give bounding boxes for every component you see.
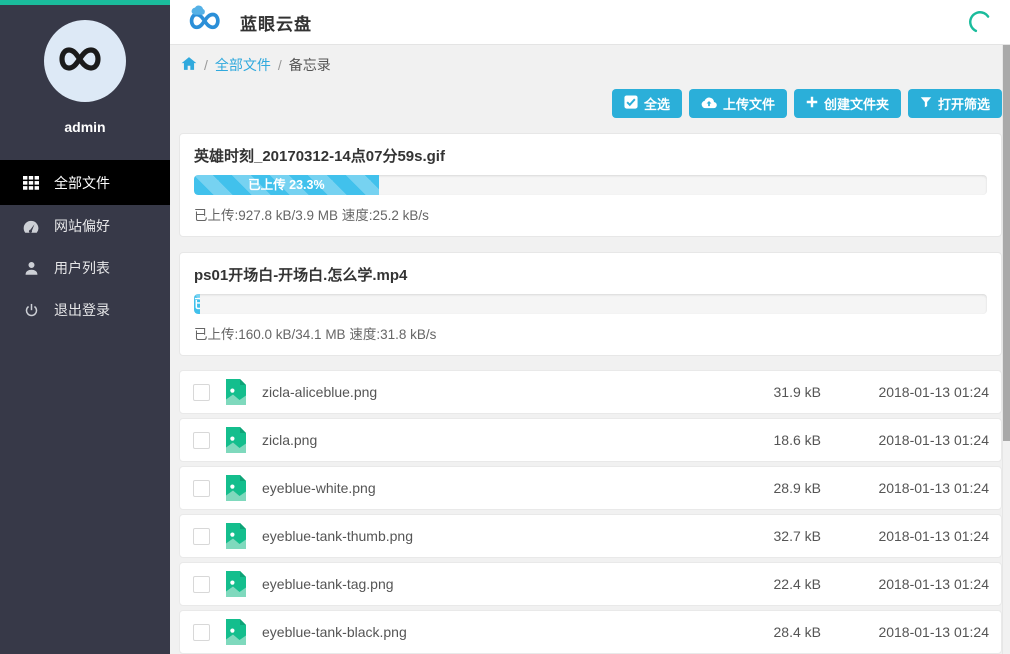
file-date: 2018-01-13 01:24 [821,384,989,400]
breadcrumb-separator: / [204,57,208,73]
sidebar-item-label: 用户列表 [54,258,110,278]
select-all-label: 全选 [644,94,670,113]
sidebar-item-site-preferences[interactable]: 网站偏好 [0,205,170,247]
file-date: 2018-01-13 01:24 [821,432,989,448]
file-row[interactable]: zicla.png 18.6 kB 2018-01-13 01:24 [179,418,1002,462]
file-row[interactable]: zicla-aliceblue.png 31.9 kB 2018-01-13 0… [179,370,1002,414]
open-filter-label: 打开筛选 [938,94,990,113]
file-size: 22.4 kB [711,576,821,592]
username: admin [0,119,170,135]
check-square-icon [624,95,638,112]
upload-progress-bar: 已上传 23.3% [194,175,379,195]
row-checkbox[interactable] [193,384,210,401]
sidebar-item-label: 退出登录 [54,300,110,320]
main-area: 蓝眼云盘 / 全部文件 / 备忘录 [170,0,1010,654]
file-name[interactable]: eyeblue-tank-black.png [262,624,711,640]
upload-stats: 已上传:160.0 kB/34.1 MB 速度:31.8 kB/s [194,323,987,343]
row-checkbox[interactable] [193,480,210,497]
create-folder-button[interactable]: 创建文件夹 [794,89,901,118]
infinity-logo-icon [55,38,115,85]
file-date: 2018-01-13 01:24 [821,576,989,592]
upload-progress-track: 已上传 23.3% [194,175,987,195]
upload-progress-bar: 已上传 0.5% [194,294,200,314]
filter-icon [920,96,932,111]
breadcrumb-separator: / [278,57,282,73]
breadcrumb-current: 备忘录 [289,55,331,75]
file-date: 2018-01-13 01:24 [821,480,989,496]
create-folder-label: 创建文件夹 [824,94,889,113]
file-name[interactable]: zicla.png [262,432,711,448]
upload-stats: 已上传:927.8 kB/3.9 MB 速度:25.2 kB/s [194,204,987,224]
avatar[interactable] [44,20,126,102]
image-file-icon [226,475,246,501]
row-checkbox[interactable] [193,624,210,641]
file-date: 2018-01-13 01:24 [821,528,989,544]
app-logo-icon[interactable] [184,4,230,41]
sidebar-top-accent-bar [0,0,170,5]
breadcrumb: / 全部文件 / 备忘录 [181,55,1002,75]
image-file-icon [226,427,246,453]
sidebar-item-all-files[interactable]: 全部文件 [0,160,170,205]
file-row[interactable]: eyeblue-tank-thumb.png 32.7 kB 2018-01-1… [179,514,1002,558]
user-icon [23,260,39,276]
sidebar-item-user-list[interactable]: 用户列表 [0,247,170,289]
open-filter-button[interactable]: 打开筛选 [908,89,1002,118]
image-file-icon [226,619,246,645]
upload-progress-track: 已上传 0.5% [194,294,987,314]
sidebar-menu: 全部文件 网站偏好 用户列表 [0,160,170,331]
file-row[interactable]: eyeblue-tank-tag.png 22.4 kB 2018-01-13 … [179,562,1002,606]
breadcrumb-link-all-files[interactable]: 全部文件 [215,55,271,75]
upload-file-label: 上传文件 [723,94,775,113]
dashboard-icon [23,218,39,234]
sidebar-item-label: 全部文件 [54,173,110,193]
file-size: 18.6 kB [711,432,821,448]
file-list: zicla-aliceblue.png 31.9 kB 2018-01-13 0… [179,370,1002,654]
select-all-button[interactable]: 全选 [612,89,682,118]
image-file-icon [226,523,246,549]
upload-file-name: ps01开场白-开场白.怎么学.mp4 [194,264,987,285]
plus-icon [806,96,818,111]
app-title: 蓝眼云盘 [240,10,312,35]
file-name[interactable]: eyeblue-white.png [262,480,711,496]
upload-file-button[interactable]: 上传文件 [689,89,787,118]
image-file-icon [226,571,246,597]
top-header: 蓝眼云盘 [170,0,1010,45]
loading-spinner-icon [967,9,993,35]
cloud-upload-icon [701,96,717,112]
upload-card: ps01开场白-开场白.怎么学.mp4 已上传 0.5% 已上传:160.0 k… [179,252,1002,356]
file-size: 28.4 kB [711,624,821,640]
row-checkbox[interactable] [193,528,210,545]
upload-file-name: 英雄时刻_20170312-14点07分59s.gif [194,145,987,166]
row-checkbox[interactable] [193,432,210,449]
file-row[interactable]: eyeblue-white.png 28.9 kB 2018-01-13 01:… [179,466,1002,510]
home-icon[interactable] [181,56,197,74]
file-date: 2018-01-13 01:24 [821,624,989,640]
file-name[interactable]: eyeblue-tank-tag.png [262,576,711,592]
file-name[interactable]: eyeblue-tank-thumb.png [262,528,711,544]
sidebar-item-logout[interactable]: 退出登录 [0,289,170,331]
file-row[interactable]: eyeblue-tank-black.png 28.4 kB 2018-01-1… [179,610,1002,654]
grid-icon [23,175,39,191]
scrollbar-thumb[interactable] [1003,45,1010,441]
upload-card: 英雄时刻_20170312-14点07分59s.gif 已上传 23.3% 已上… [179,133,1002,237]
row-checkbox[interactable] [193,576,210,593]
power-icon [23,302,39,318]
file-size: 32.7 kB [711,528,821,544]
image-file-icon [226,379,246,405]
file-name[interactable]: zicla-aliceblue.png [262,384,711,400]
scrollbar[interactable] [1002,45,1010,654]
file-size: 28.9 kB [711,480,821,496]
sidebar: admin 全部文件 网站偏好 [0,0,170,654]
file-size: 31.9 kB [711,384,821,400]
sidebar-item-label: 网站偏好 [54,216,110,236]
toolbar: 全选 上传文件 创建文件夹 [179,89,1002,118]
content-area: / 全部文件 / 备忘录 全选 [170,45,1002,654]
